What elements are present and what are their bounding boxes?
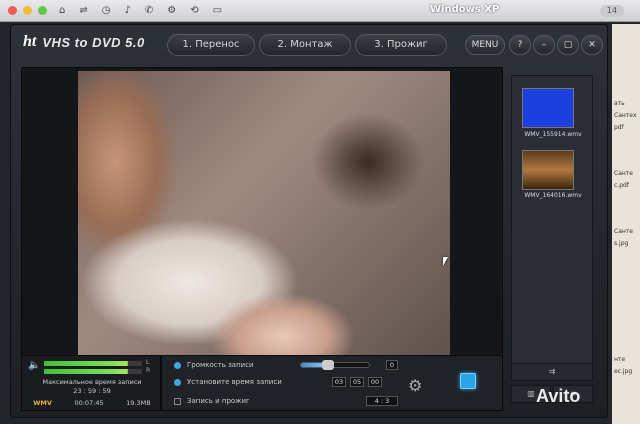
clip-label-1: WMV_155914.wmv	[524, 131, 582, 138]
step-burn-button[interactable]: 3. Прожиг	[355, 34, 447, 56]
close-button[interactable]: ✕	[581, 35, 603, 55]
speaker-icon[interactable]: 🔈	[28, 360, 40, 371]
step-transfer-button[interactable]: 1. Перенос	[167, 34, 255, 56]
video-preview-frame	[21, 67, 503, 377]
video-preview[interactable]	[78, 71, 450, 373]
set-time-label: Установите время записи	[187, 378, 282, 386]
meter-right-label: R	[146, 367, 151, 374]
volume-label: Громкость записи	[187, 361, 254, 369]
logo-title: VHS to DVD 5.0	[42, 34, 145, 50]
record-stats: WMV 00:07:45 19.3MB	[22, 399, 162, 407]
meter-left-label: L	[146, 359, 150, 366]
time-seconds-input[interactable]: 00	[368, 377, 382, 387]
desktop-file-label-6: Санте	[614, 228, 633, 235]
clip-thumbnail-1[interactable]	[522, 88, 574, 128]
time-hours-input[interactable]: 03	[332, 377, 346, 387]
mouse-cursor-icon	[443, 257, 448, 266]
step-edit-button[interactable]: 2. Монтаж	[259, 34, 351, 56]
desktop-file-label-1: ать	[614, 100, 625, 107]
desktop-file-label-7: s.jpg	[614, 240, 629, 247]
clock-icon[interactable]: ◷	[102, 5, 111, 16]
audio-icon[interactable]: ♪	[124, 5, 130, 16]
clip-label-2: WMV_164016.wmv	[524, 192, 582, 199]
record-burn-checkbox[interactable]	[174, 397, 181, 405]
clip-thumbnail-2[interactable]	[522, 150, 574, 190]
desktop-file-label-2: Сантех	[614, 112, 637, 119]
start-record-button[interactable]	[460, 373, 476, 389]
minimize-dot-icon[interactable]	[23, 6, 32, 15]
menu-button[interactable]: MENU	[465, 35, 505, 55]
app-window: ht VHS to DVD 5.0 1. Перенос 2. Монтаж 3…	[10, 24, 608, 418]
format-badge: WMV	[33, 399, 52, 407]
traffic-lights	[8, 6, 47, 15]
set-time-option: Установите время записи	[174, 378, 282, 386]
host-badge: 14	[600, 5, 624, 17]
screen: ⌂ ⇌ ◷ ♪ ✆ ⚙ ⟲ ▭ Windows XP 14 ht VHS to …	[0, 0, 640, 424]
record-burn-option: Запись и прожиг	[174, 397, 250, 405]
elapsed-time: 00:07:45	[74, 399, 104, 407]
swap-icon[interactable]: ⇌	[79, 5, 87, 16]
clip-list: WMV_155914.wmv WMV_164016.wmv	[511, 75, 593, 375]
refresh-icon[interactable]: ⟲	[190, 5, 198, 16]
meter-left-bar	[44, 361, 142, 366]
window-icon[interactable]: ▭	[213, 5, 222, 16]
desktop-file-label-3: pdf	[614, 124, 624, 131]
gear-icon[interactable]: ⚙	[167, 5, 176, 16]
logo-prefix: ht	[23, 33, 37, 50]
volume-slider[interactable]	[300, 360, 370, 370]
zoom-dot-icon[interactable]	[38, 6, 47, 15]
settings-gear-icon[interactable]: ⚙	[408, 376, 422, 395]
home-icon[interactable]: ⌂	[59, 5, 65, 16]
record-burn-label: Запись и прожиг	[187, 397, 250, 405]
volume-bullet-icon	[174, 361, 181, 369]
host-toolbar-icons: ⌂ ⇌ ◷ ♪ ✆ ⚙ ⟲ ▭	[59, 5, 222, 16]
time-minutes-input[interactable]: 05	[350, 377, 364, 387]
host-menubar: ⌂ ⇌ ◷ ♪ ✆ ⚙ ⟲ ▭ Windows XP 14	[0, 0, 640, 22]
record-options-panel: Громкость записи 0 Установите время запи…	[161, 355, 503, 411]
meter-right-bar	[44, 369, 142, 374]
max-record-label: Максимальное время записи	[42, 378, 142, 386]
file-size: 19.3MB	[126, 399, 151, 407]
forward-clip-button[interactable]: ⇉	[511, 363, 593, 381]
max-record-time: 23 : 59 : 59	[73, 387, 111, 395]
app-logo: ht VHS to DVD 5.0	[23, 33, 145, 51]
host-window-title: Windows XP	[430, 4, 500, 15]
host-desktop-edge	[612, 24, 640, 424]
avito-watermark: Avito	[536, 386, 581, 406]
desktop-file-label-9: ес.jpg	[614, 368, 633, 375]
volume-slider-knob[interactable]	[322, 360, 335, 370]
audio-meter-panel: 🔈 L R Максимальное время записи 23 : 59 …	[21, 355, 161, 411]
desktop-file-label-8: нте	[614, 356, 626, 363]
volume-option: Громкость записи	[174, 361, 254, 369]
help-button[interactable]: ?	[509, 35, 531, 55]
volume-value-box[interactable]: 0	[386, 360, 398, 370]
desktop-file-label-5: с.pdf	[614, 182, 629, 189]
phone-icon[interactable]: ✆	[145, 5, 153, 16]
desktop-file-label-4: Санте	[614, 170, 633, 177]
minimize-button[interactable]: –	[533, 35, 555, 55]
set-time-bullet-icon	[174, 378, 181, 386]
maximize-button[interactable]: ▢	[557, 35, 579, 55]
aspect-ratio-select[interactable]: 4 : 3	[366, 396, 398, 406]
close-dot-icon[interactable]	[8, 6, 17, 15]
